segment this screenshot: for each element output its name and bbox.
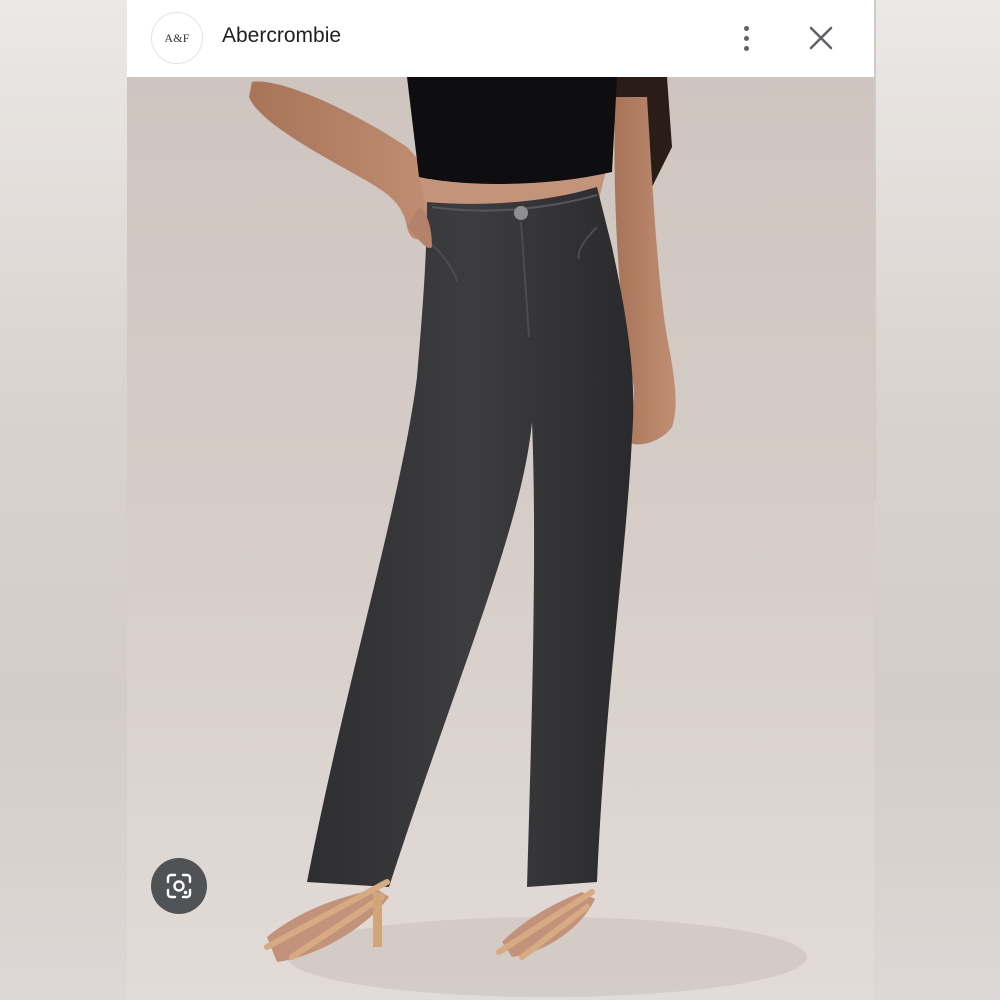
blurred-backdrop-right <box>874 0 1000 1000</box>
more-vert-icon-dot <box>743 35 749 41</box>
close-icon <box>809 26 833 50</box>
product-photo[interactable] <box>127 77 874 1000</box>
site-logo[interactable]: A&F <box>151 12 203 64</box>
product-photo-illustration <box>127 77 874 1000</box>
image-viewer-panel: A&F Abercrombie <box>127 0 874 1000</box>
site-logo-text: A&F <box>164 30 190 45</box>
source-header: A&F Abercrombie <box>127 0 874 77</box>
more-options-button[interactable] <box>731 18 761 58</box>
more-vert-icon-dot <box>743 45 749 51</box>
blurred-backdrop-left <box>0 0 127 1000</box>
google-lens-button[interactable] <box>151 858 207 914</box>
more-vert-icon <box>743 25 749 31</box>
google-lens-icon <box>166 873 192 899</box>
screen: A&F Abercrombie <box>0 0 1000 1000</box>
site-name[interactable]: Abercrombie <box>222 24 341 48</box>
close-button[interactable] <box>805 22 837 54</box>
